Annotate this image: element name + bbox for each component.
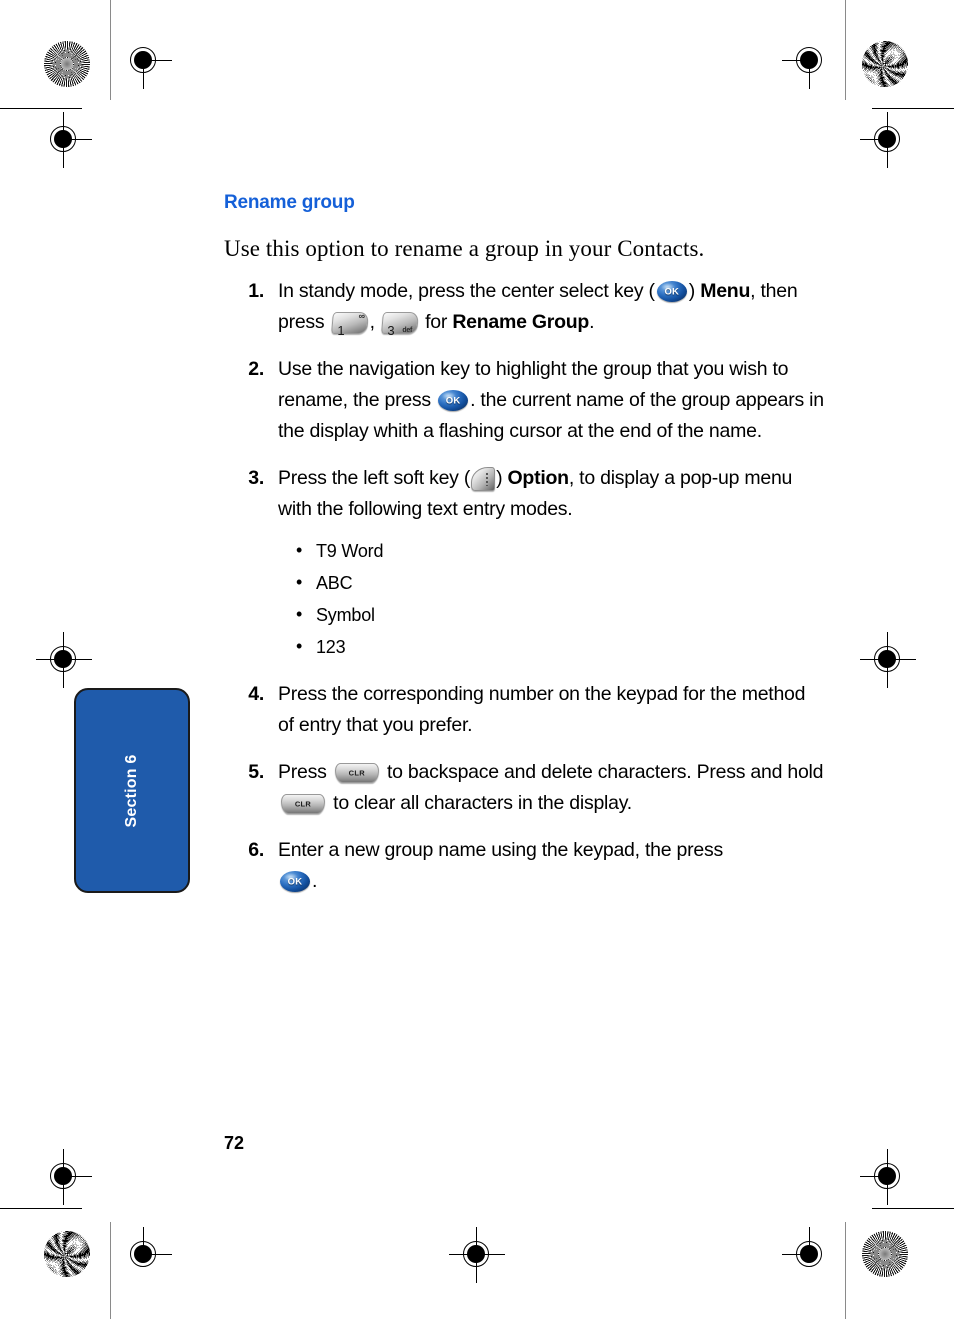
- clr-key-icon: CLR: [334, 762, 379, 783]
- step-1-text-e: for: [425, 311, 448, 333]
- key-1-digit: 1: [336, 322, 344, 338]
- clr-key-label: CLR: [294, 799, 312, 809]
- clr-key-label: CLR: [348, 768, 365, 778]
- clr-key-icon: CLR: [281, 793, 325, 814]
- registration-rosette-top-left: [44, 41, 90, 87]
- section-tab: Section 6: [74, 688, 190, 893]
- key-1-icon: 1 ∞: [330, 311, 369, 338]
- registration-rosette-bottom-left: [44, 1231, 90, 1277]
- ok-key-label: OK: [445, 395, 461, 407]
- key-3-letters: def: [402, 326, 413, 334]
- step-3: 3. Press the left soft key () Option, to …: [224, 463, 824, 663]
- registration-crosshair-top-right: [782, 33, 838, 89]
- text-entry-mode-list: T9 Word ABC Symbol 123: [278, 534, 824, 663]
- step-5: 5. Press CLR to backspace and delete char…: [224, 757, 824, 819]
- step-5-text-c: to clear all characters in the display.: [333, 792, 632, 814]
- intro-paragraph: Use this option to rename a group in you…: [224, 236, 705, 261]
- key-1-symbol: ∞: [357, 310, 364, 321]
- mode-label: 123: [316, 637, 346, 657]
- registration-crosshair-lower-left: [36, 1149, 92, 1205]
- step-1-text-a: In standy mode, press the center select …: [278, 280, 655, 302]
- list-item: Symbol: [296, 598, 824, 631]
- page-number: 72: [224, 1133, 245, 1153]
- ok-key-icon: OK: [438, 390, 469, 412]
- step-number: 6.: [248, 839, 264, 861]
- procedure-steps: 1. In standy mode, press the center selec…: [224, 276, 824, 897]
- registration-crosshair-bottom-center: [449, 1227, 505, 1283]
- step-2: 2. Use the navigation key to highlight th…: [224, 354, 824, 447]
- step-3-option-bold: Option: [507, 467, 570, 489]
- list-item: ABC: [296, 566, 824, 599]
- crop-mark-bottom-left-vertical: [110, 1222, 111, 1319]
- mode-label: T9 Word: [316, 541, 384, 561]
- step-5-text-b: to backspace and delete characters. Pres…: [386, 761, 824, 783]
- step-number: 2.: [248, 358, 264, 380]
- ok-key-label: OK: [287, 876, 303, 888]
- crop-mark-top-left-horizontal: [0, 108, 82, 109]
- step-number: 1.: [248, 280, 264, 302]
- registration-rosette-top-right: [862, 41, 908, 87]
- registration-crosshair-upper-right: [860, 112, 916, 168]
- key-3-digit: 3: [387, 322, 395, 338]
- step-6-text-a: Enter a new group name using the keypad,…: [278, 839, 723, 861]
- mode-label: Symbol: [316, 605, 375, 625]
- crop-mark-top-left-vertical: [110, 0, 111, 100]
- step-4: 4. Press the corresponding number on the …: [224, 679, 824, 741]
- section-tab-label: Section 6: [123, 754, 140, 827]
- crop-mark-bottom-right-vertical: [845, 1222, 846, 1319]
- left-soft-key-icon: [471, 466, 496, 491]
- key-3-icon: 3 def: [380, 311, 419, 338]
- list-item: T9 Word: [296, 534, 824, 567]
- step-number: 3.: [248, 467, 264, 489]
- page-content: Rename group Use this option to rename a…: [224, 192, 824, 913]
- step-1-text-f: .: [589, 311, 595, 333]
- registration-crosshair-middle-right: [860, 632, 916, 688]
- registration-crosshair-upper-left: [36, 112, 92, 168]
- registration-crosshair-bottom-left: [116, 1227, 172, 1283]
- list-item: 123: [296, 630, 824, 663]
- step-number: 4.: [248, 683, 264, 705]
- crop-mark-bottom-left-horizontal: [0, 1208, 82, 1209]
- step-number: 5.: [248, 761, 264, 783]
- step-6-text-b: .: [312, 870, 318, 892]
- step-4-text: Press the corresponding number on the ke…: [278, 683, 806, 736]
- ok-key-icon: OK: [280, 871, 310, 893]
- registration-rosette-bottom-right: [862, 1231, 908, 1277]
- step-6: 6. Enter a new group name using the keypa…: [224, 835, 824, 897]
- step-1-menu-bold: Menu: [700, 280, 751, 302]
- registration-crosshair-top-left: [116, 33, 172, 89]
- registration-crosshair-bottom-right: [782, 1227, 838, 1283]
- mode-label: ABC: [316, 573, 353, 593]
- step-1-text-d: ,: [369, 311, 375, 333]
- registration-crosshair-middle-left: [36, 632, 92, 688]
- ok-key-label: OK: [664, 286, 680, 298]
- step-3-text-a: Press the left soft key (: [278, 467, 471, 489]
- crop-mark-bottom-right-horizontal: [872, 1208, 954, 1209]
- step-1-text-b: ): [688, 280, 696, 302]
- step-1-rename-bold: Rename Group: [452, 311, 590, 333]
- registration-crosshair-lower-right: [860, 1149, 916, 1205]
- ok-key-icon: OK: [656, 281, 687, 303]
- page-title: Rename group: [224, 192, 355, 213]
- step-5-text-a: Press: [278, 761, 327, 783]
- step-1: 1. In standy mode, press the center selec…: [224, 276, 824, 338]
- crop-mark-top-right-horizontal: [872, 108, 954, 109]
- crop-mark-top-right-vertical: [845, 0, 846, 100]
- step-3-text-b: ): [496, 467, 503, 489]
